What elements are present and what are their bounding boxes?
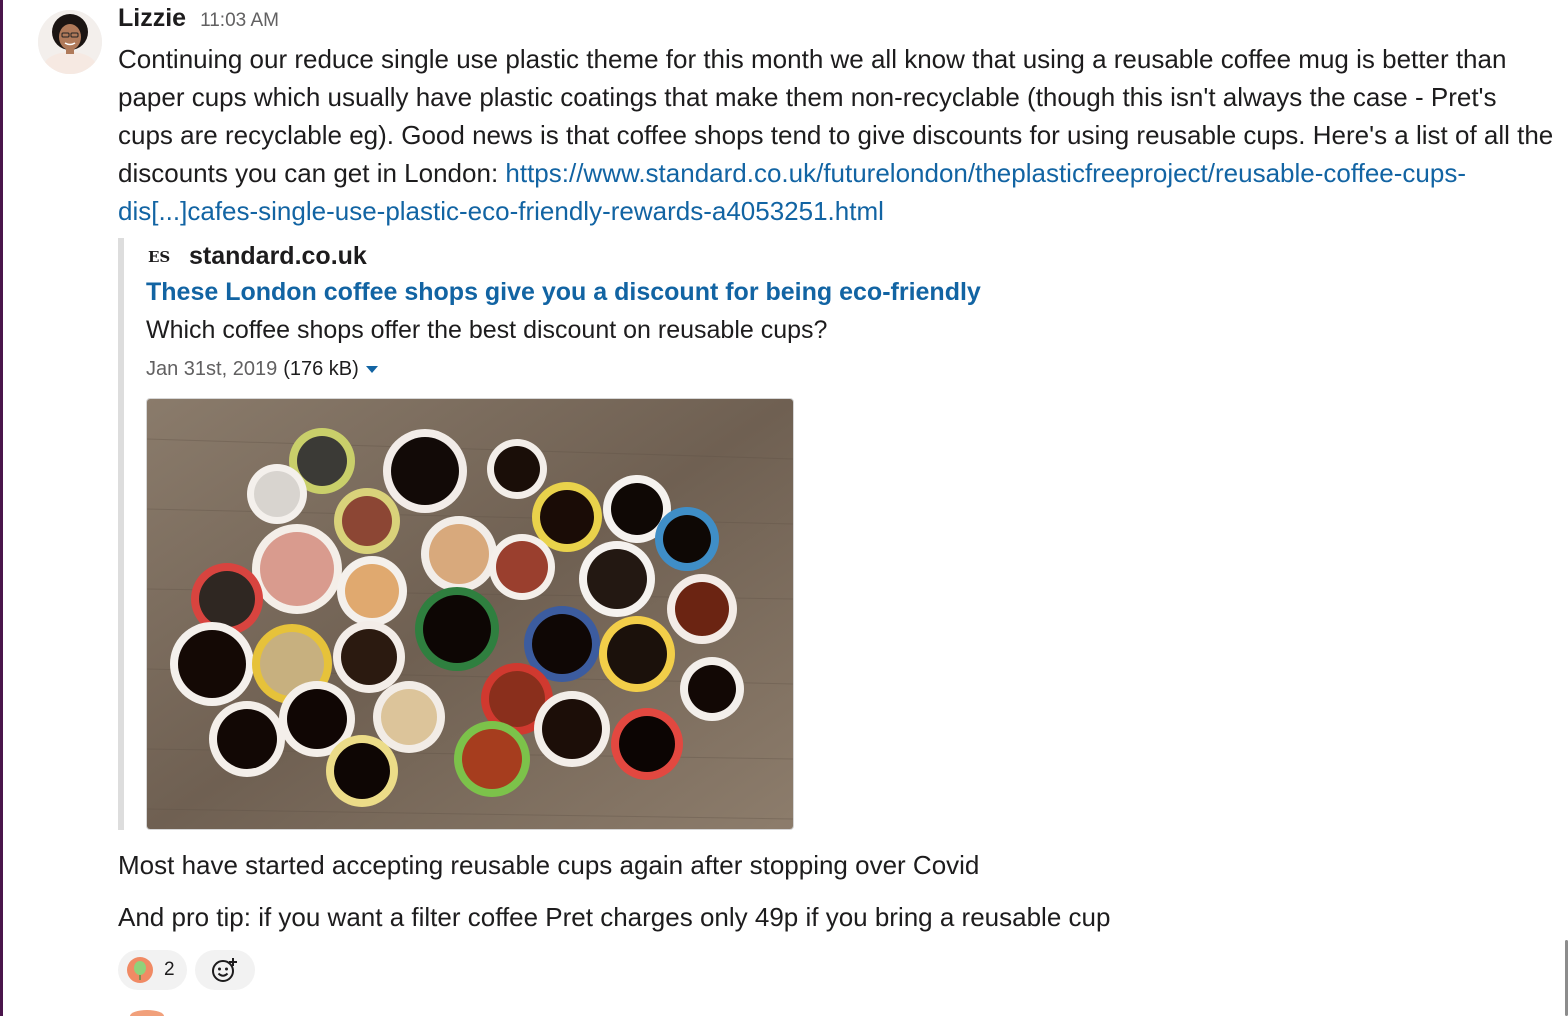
followup-message-2: And pro tip: if you want a filter coffee…	[118, 902, 1111, 932]
unfurl-title-link[interactable]: These London coffee shops give you a dis…	[146, 278, 981, 307]
add-reaction-button[interactable]	[194, 950, 255, 990]
followup-message-1: Most have started accepting reusable cup…	[118, 850, 980, 880]
reactions-bar: 2	[118, 950, 255, 990]
unfurl-description: Which coffee shops offer the best discou…	[146, 316, 828, 344]
sidebar-edge	[0, 0, 3, 1016]
unfurl-meta: Jan 31st, 2019 (176 kB)	[146, 358, 378, 381]
unfurl-date: Jan 31st, 2019	[146, 358, 278, 380]
message-body: Continuing our reduce single use plastic…	[118, 40, 1558, 230]
link-preview: ES standard.co.uk These London coffee sh…	[118, 238, 981, 830]
message-header: Lizzie 11:03 AM	[118, 4, 279, 33]
reaction-count: 2	[164, 959, 175, 980]
author-name[interactable]: Lizzie	[118, 4, 186, 33]
avatar[interactable]	[38, 10, 102, 74]
balloon-emoji-icon	[127, 957, 153, 983]
collapse-caret-icon[interactable]	[365, 366, 378, 373]
coffee-cups-image[interactable]	[146, 398, 794, 830]
avatar-image	[38, 10, 102, 74]
message-timestamp[interactable]: 11:03 AM	[200, 10, 279, 32]
site-name: standard.co.uk	[189, 242, 367, 270]
site-logo: ES	[148, 247, 171, 266]
coffee-cups-photo	[147, 399, 793, 829]
unfurl-file-size: (176 kB)	[283, 358, 359, 380]
reaction-balloon[interactable]: 2	[118, 950, 187, 990]
add-reaction-icon	[211, 958, 237, 982]
unfurl-site: ES standard.co.uk	[148, 242, 367, 271]
next-message-avatar[interactable]	[130, 1010, 164, 1016]
message-pane: Lizzie 11:03 AM Continuing our reduce si…	[0, 0, 1568, 1016]
